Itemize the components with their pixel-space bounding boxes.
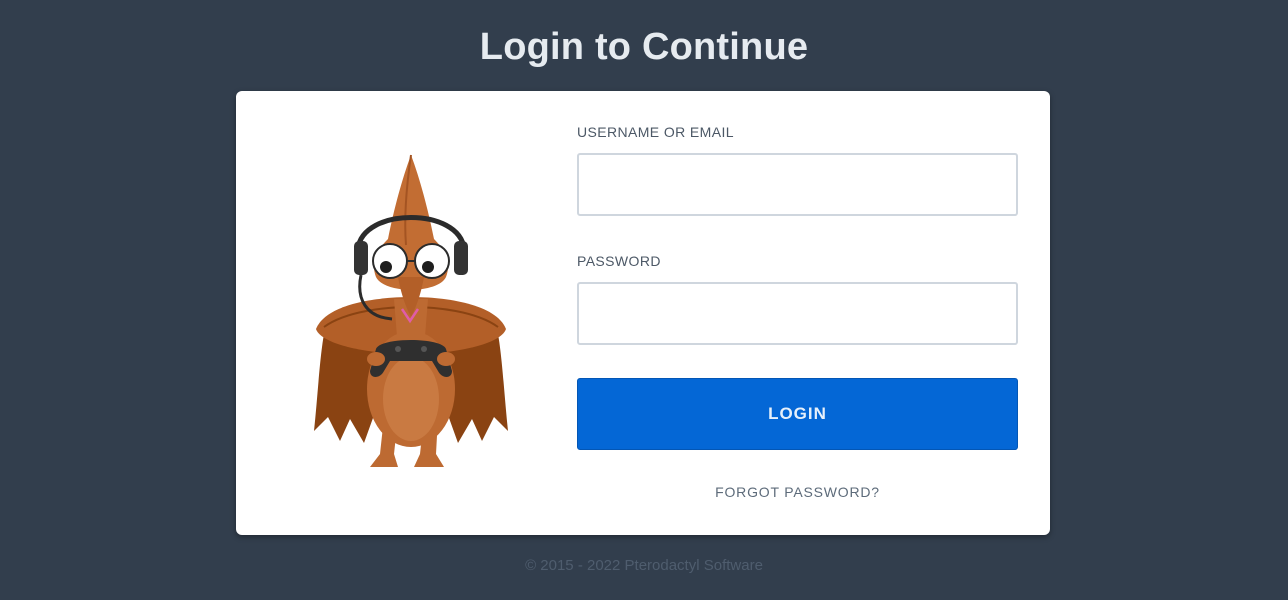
username-label: USERNAME OR EMAIL: [577, 124, 734, 140]
pterodactyl-mascot-icon: [314, 154, 508, 467]
field-spacer: [577, 216, 1018, 252]
password-label: PASSWORD: [577, 253, 661, 269]
username-input[interactable]: [577, 153, 1018, 216]
footer-copyright: © 2015 - 2022 Pterodactyl Software: [525, 557, 763, 574]
login-button[interactable]: LOGIN: [577, 378, 1018, 450]
login-page: Login to Continue USERNAME OR EMAIL PASS…: [0, 0, 1288, 600]
login-form: USERNAME OR EMAIL PASSWORD LOGIN FORGOT …: [577, 123, 1018, 501]
password-input[interactable]: [577, 282, 1018, 345]
login-card: USERNAME OR EMAIL PASSWORD LOGIN FORGOT …: [236, 91, 1050, 535]
forgot-password-link[interactable]: FORGOT PASSWORD?: [577, 483, 1018, 501]
page-title: Login to Continue: [479, 26, 809, 68]
